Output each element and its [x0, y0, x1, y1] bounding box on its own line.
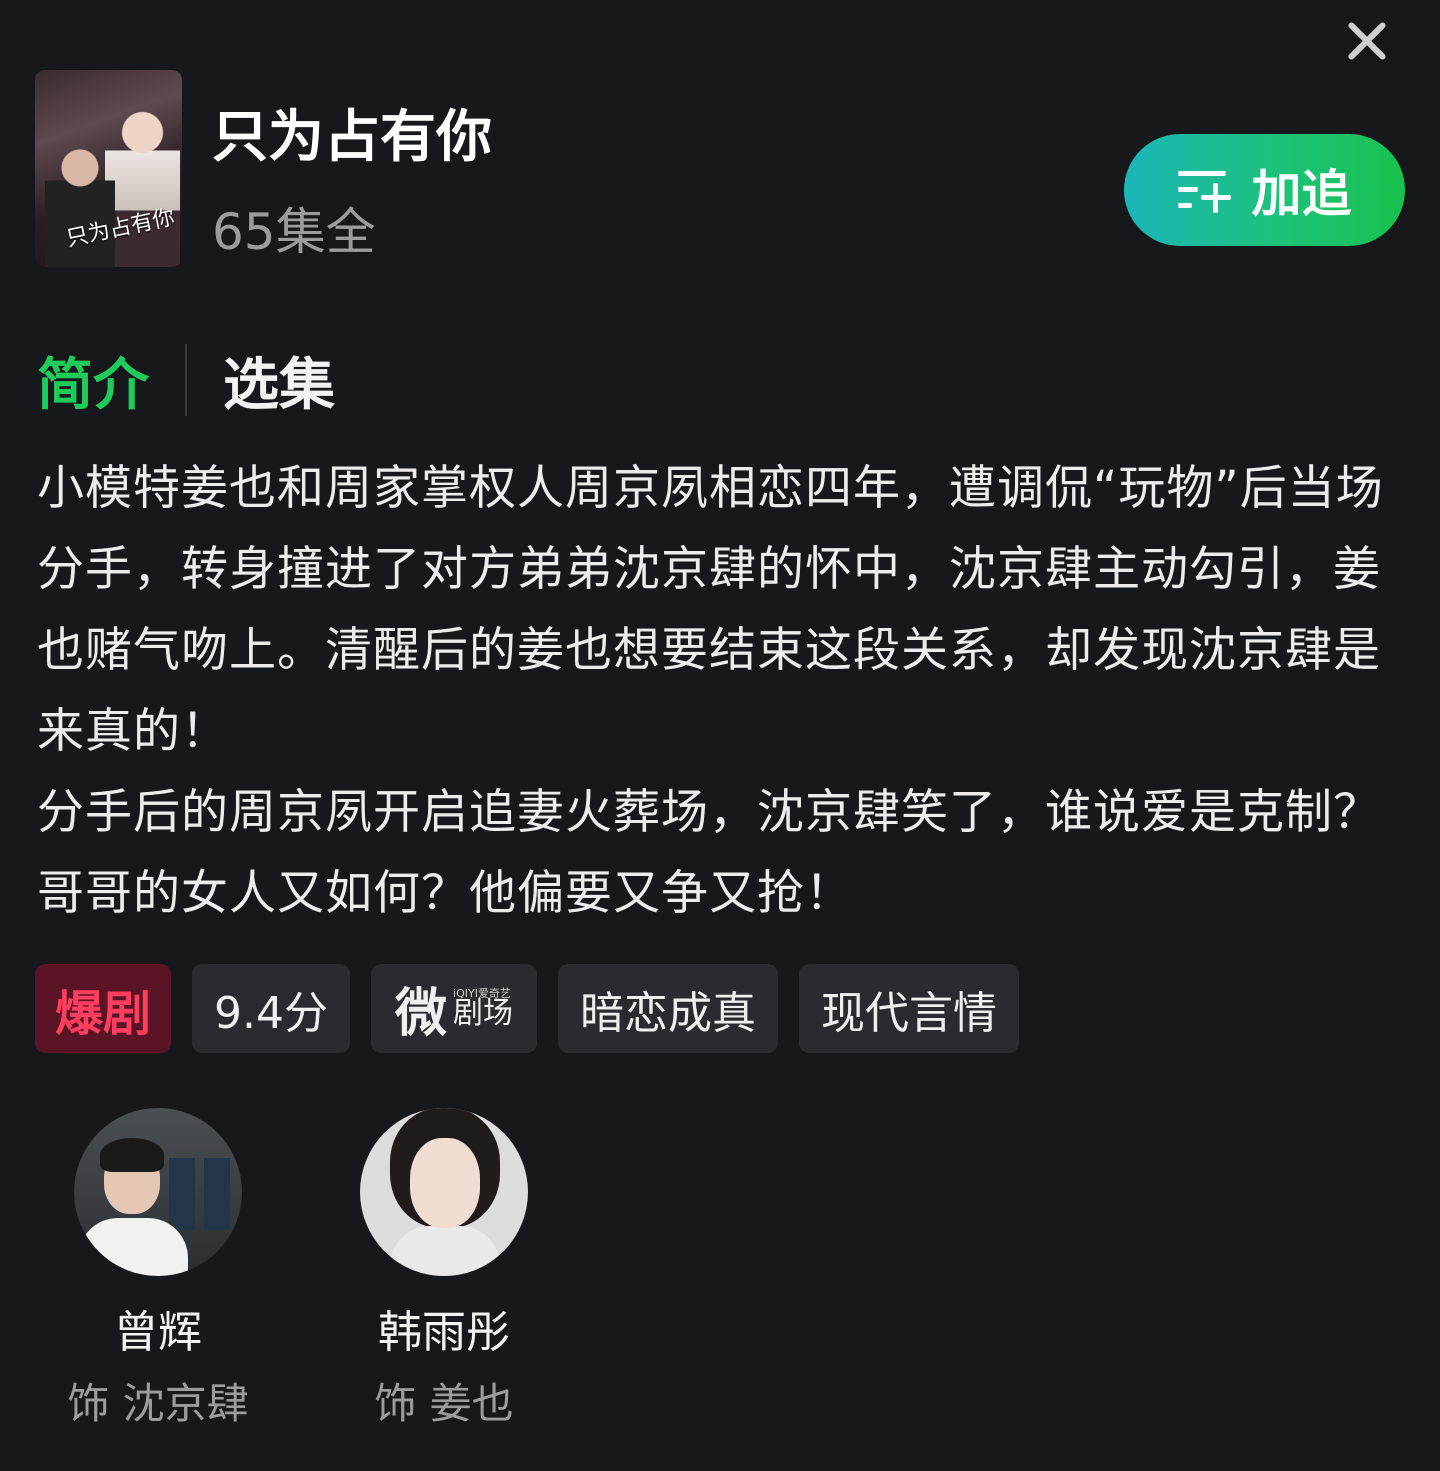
- cast-role: 饰 沈京肆: [67, 1379, 249, 1428]
- platform-tag[interactable]: 微 iQIYI爱奇艺 剧场: [371, 964, 538, 1053]
- synopsis-paragraph: 小模特姜也和周家掌权人周京夙相恋四年，遭调侃“玩物”后当场分手，转身撞进了对方弟…: [37, 461, 1384, 759]
- tag-list: 爆剧 9.4分 微 iQIYI爱奇艺 剧场 暗恋成真 现代言情: [35, 964, 1020, 1053]
- episode-count: 65集全: [212, 203, 376, 261]
- drama-poster: 只为占有你: [35, 70, 182, 267]
- synopsis-paragraph: 分手后的周京夙开启追妻火葬场，沈京肆笑了，谁说爱是克制？哥哥的女人又如何？他偏要…: [37, 785, 1381, 921]
- genre-tag[interactable]: 暗恋成真: [558, 964, 779, 1053]
- avatar[interactable]: [360, 1108, 528, 1276]
- hot-badge[interactable]: 爆剧: [35, 964, 172, 1053]
- cast-member[interactable]: 韩雨彤 饰 姜也: [314, 1108, 574, 1431]
- score-tag[interactable]: 9.4分: [192, 964, 350, 1053]
- follow-button[interactable]: 加追: [1124, 134, 1405, 246]
- platform-name: 剧场: [453, 996, 514, 1031]
- synopsis: 小模特姜也和周家掌权人周京夙相恋四年，遭调侃“玩物”后当场分手，转身撞进了对方弟…: [37, 448, 1412, 934]
- follow-label: 加追: [1251, 165, 1352, 223]
- tab-episodes[interactable]: 选集: [223, 340, 335, 421]
- tab-synopsis[interactable]: 简介: [37, 340, 149, 421]
- platform-logo-glyph: 微: [395, 984, 448, 1044]
- add-to-list-icon: [1177, 167, 1234, 213]
- tab-divider: [185, 344, 187, 416]
- close-icon[interactable]: [1340, 14, 1394, 68]
- cast-member[interactable]: 曾辉 饰 沈京肆: [28, 1108, 288, 1431]
- cast-name: 韩雨彤: [378, 1307, 510, 1358]
- tab-bar: 简介 选集: [37, 340, 335, 420]
- avatar[interactable]: [74, 1108, 242, 1276]
- genre-tag[interactable]: 现代言情: [799, 964, 1020, 1053]
- cast-role: 饰 姜也: [374, 1379, 514, 1428]
- cast-name: 曾辉: [114, 1307, 202, 1358]
- drama-title: 只为占有你: [212, 105, 492, 170]
